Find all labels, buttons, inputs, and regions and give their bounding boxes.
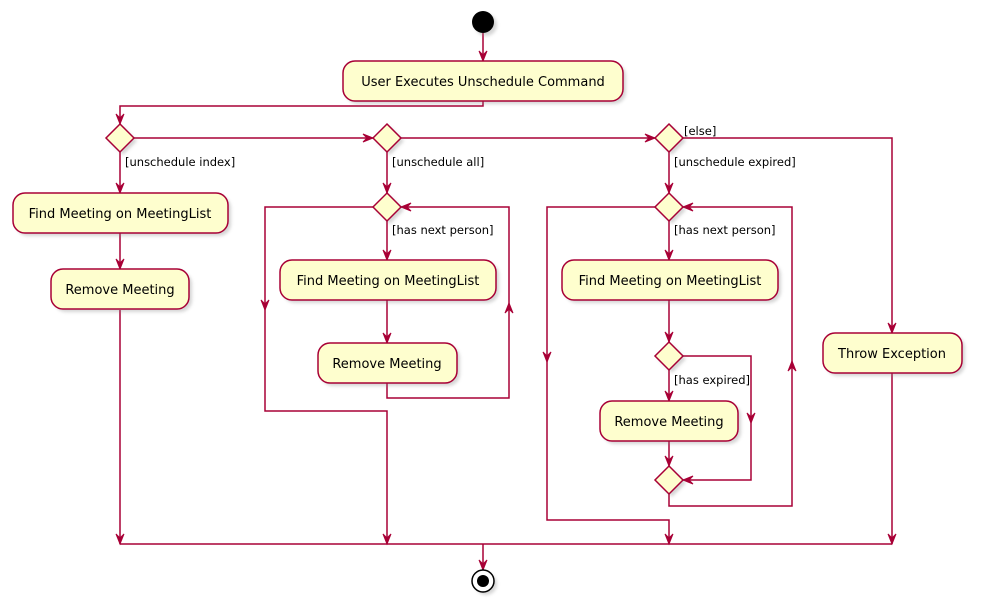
activity-index-remove: Remove Meeting <box>50 268 192 312</box>
activity-label: User Executes Unschedule Command <box>361 75 605 90</box>
activity-label: Find Meeting on MeetingList <box>579 274 762 289</box>
activity-expired-remove: Remove Meeting <box>599 400 741 444</box>
activity-label: Throw Exception <box>837 347 946 362</box>
activity-label: Remove Meeting <box>65 283 174 298</box>
activity-label: Remove Meeting <box>614 415 723 430</box>
activity-label: Find Meeting on MeetingList <box>297 274 480 289</box>
guard-unschedule-expired: [unschedule expired] <box>674 155 796 169</box>
activity-throw: Throw Exception <box>822 332 965 376</box>
edge-expired-exit <box>546 206 670 544</box>
guard-else: [else] <box>684 124 716 138</box>
arrowheads <box>115 50 897 572</box>
guard-labels: [unschedule index] [unschedule all] [uns… <box>125 124 796 387</box>
activity-all-find: Find Meeting on MeetingList <box>279 259 499 303</box>
guard-unschedule-index: [unschedule index] <box>125 155 235 169</box>
end-node <box>471 569 497 595</box>
guard-all-has-next: [has next person] <box>392 223 494 237</box>
activity-all-remove: Remove Meeting <box>317 342 460 386</box>
connectors <box>119 33 893 570</box>
activity-label: Find Meeting on MeetingList <box>29 207 212 222</box>
guard-has-expired: [has expired] <box>674 373 750 387</box>
decision-nodes <box>104 122 686 497</box>
activity-diagram: User Executes Unschedule Command Find Me… <box>12 11 965 595</box>
edge-execute-decision1 <box>119 101 484 124</box>
activity-execute: User Executes Unschedule Command <box>342 60 626 104</box>
start-node <box>472 11 497 36</box>
activity-index-find: Find Meeting on MeetingList <box>12 192 231 236</box>
guard-expired-has-next: [has next person] <box>674 223 776 237</box>
activity-label: Remove Meeting <box>332 357 441 372</box>
activity-expired-find: Find Meeting on MeetingList <box>561 259 781 303</box>
guard-unschedule-all: [unschedule all] <box>392 155 484 169</box>
